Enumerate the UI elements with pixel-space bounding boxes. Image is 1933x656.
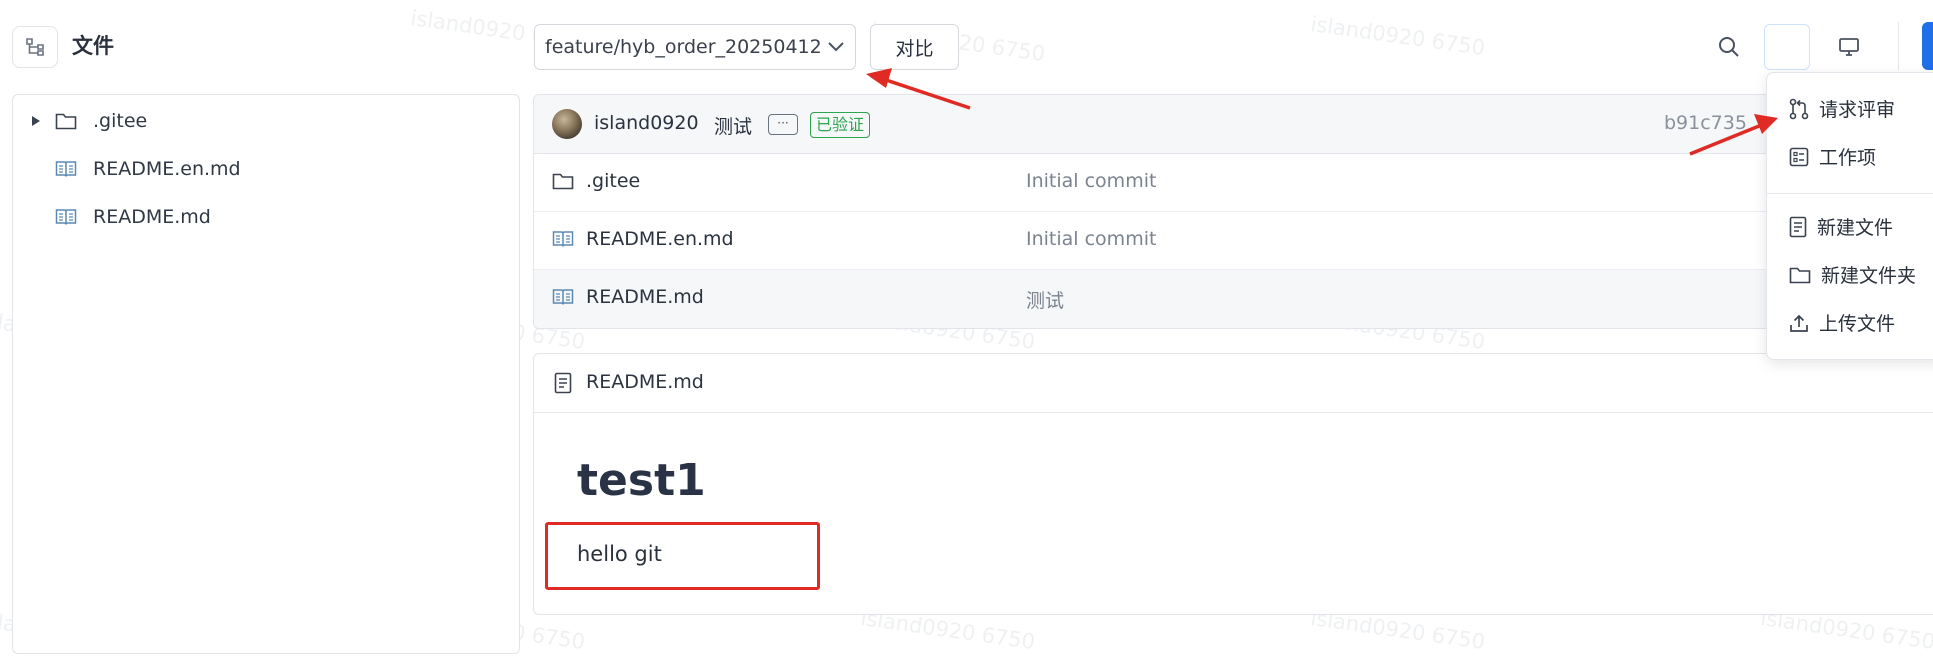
latest-commit-bar: island0920 测试 ··· 已验证 b91c735 <box>534 95 1933 154</box>
commit-hash[interactable]: b91c735 <box>1664 112 1747 134</box>
web-ide-button[interactable] <box>1826 24 1872 70</box>
monitor-icon <box>1839 38 1859 56</box>
file-commit-message[interactable]: 测试 <box>1026 286 1064 313</box>
menu-item-label: 上传文件 <box>1819 313 1896 335</box>
book-icon <box>55 161 77 177</box>
clone-button[interactable] <box>1922 22 1933 70</box>
file-tree: .gitee README.en.md README.md <box>12 94 520 654</box>
readme-header: README.md <box>534 354 1933 413</box>
compare-label: 对比 <box>895 37 934 60</box>
menu-item-label: 工作项 <box>1819 147 1877 169</box>
new-folder-icon <box>1789 267 1811 283</box>
file-name[interactable]: README.md <box>586 286 704 308</box>
verified-badge: 已验证 <box>810 112 871 138</box>
compare-button[interactable]: 对比 <box>870 24 959 70</box>
menu-divider <box>1767 193 1933 194</box>
file-row[interactable]: README.md 测试 <box>534 270 1933 328</box>
avatar[interactable] <box>552 109 582 139</box>
tree-item-label: README.md <box>93 206 211 228</box>
menu-item-label: 请求评审 <box>1819 99 1896 121</box>
file-tree-icon <box>26 38 44 56</box>
more-actions-menu: 请求评审 工作项 新建文件 新建文件夹 上传文件 <box>1766 72 1933 360</box>
commit-more-button[interactable]: ··· <box>768 114 798 135</box>
caret-right-icon <box>32 116 40 126</box>
book-icon <box>552 289 574 305</box>
file-row[interactable]: README.en.md Initial commit <box>534 212 1933 270</box>
file-commit-message[interactable]: Initial commit <box>1026 228 1156 250</box>
book-icon <box>552 231 574 247</box>
header-divider <box>1898 22 1899 70</box>
menu-item-work-item[interactable]: 工作项 <box>1789 143 1876 170</box>
commit-author[interactable]: island0920 <box>594 112 699 134</box>
file-commit-message[interactable]: Initial commit <box>1026 170 1156 192</box>
upload-icon <box>1790 314 1808 332</box>
files-title: 文件 <box>72 34 114 58</box>
branch-selector[interactable]: feature/hyb_order_20250412 <box>534 24 856 70</box>
menu-item-label: 新建文件 <box>1817 217 1894 239</box>
watermark: island0920 6750 <box>1309 11 1487 61</box>
commit-message[interactable]: 测试 <box>714 112 752 139</box>
book-icon <box>55 209 77 225</box>
menu-item-new-file[interactable]: 新建文件 <box>1789 213 1893 240</box>
readme-heading: test1 <box>577 455 706 506</box>
document-icon <box>554 372 572 394</box>
task-list-icon <box>1789 147 1809 166</box>
search-icon <box>1719 37 1739 57</box>
file-name[interactable]: .gitee <box>586 170 640 192</box>
file-list-panel: island0920 测试 ··· 已验证 b91c735 .gitee Ini… <box>533 94 1933 329</box>
file-row[interactable]: .gitee Initial commit <box>534 154 1933 212</box>
merge-request-icon <box>1789 98 1809 119</box>
menu-item-label: 新建文件夹 <box>1821 265 1917 287</box>
menu-item-new-folder[interactable]: 新建文件夹 <box>1789 261 1916 288</box>
tree-item-label: README.en.md <box>93 158 241 180</box>
readme-filename[interactable]: README.md <box>586 371 704 393</box>
branch-name: feature/hyb_order_20250412 <box>545 36 822 58</box>
file-name[interactable]: README.en.md <box>586 228 734 250</box>
tree-toggle-button[interactable] <box>12 26 58 68</box>
tree-item-label: .gitee <box>93 110 148 132</box>
menu-item-upload-file[interactable]: 上传文件 <box>1789 309 1895 336</box>
search-button[interactable] <box>1706 24 1752 70</box>
annotation-highlight-box <box>545 522 820 590</box>
folder-icon <box>55 113 77 130</box>
folder-icon <box>552 173 574 190</box>
chevron-down-icon <box>828 42 844 52</box>
menu-item-merge-request[interactable]: 请求评审 <box>1789 95 1895 122</box>
more-actions-button[interactable] <box>1764 24 1810 70</box>
new-file-icon <box>1789 216 1807 237</box>
